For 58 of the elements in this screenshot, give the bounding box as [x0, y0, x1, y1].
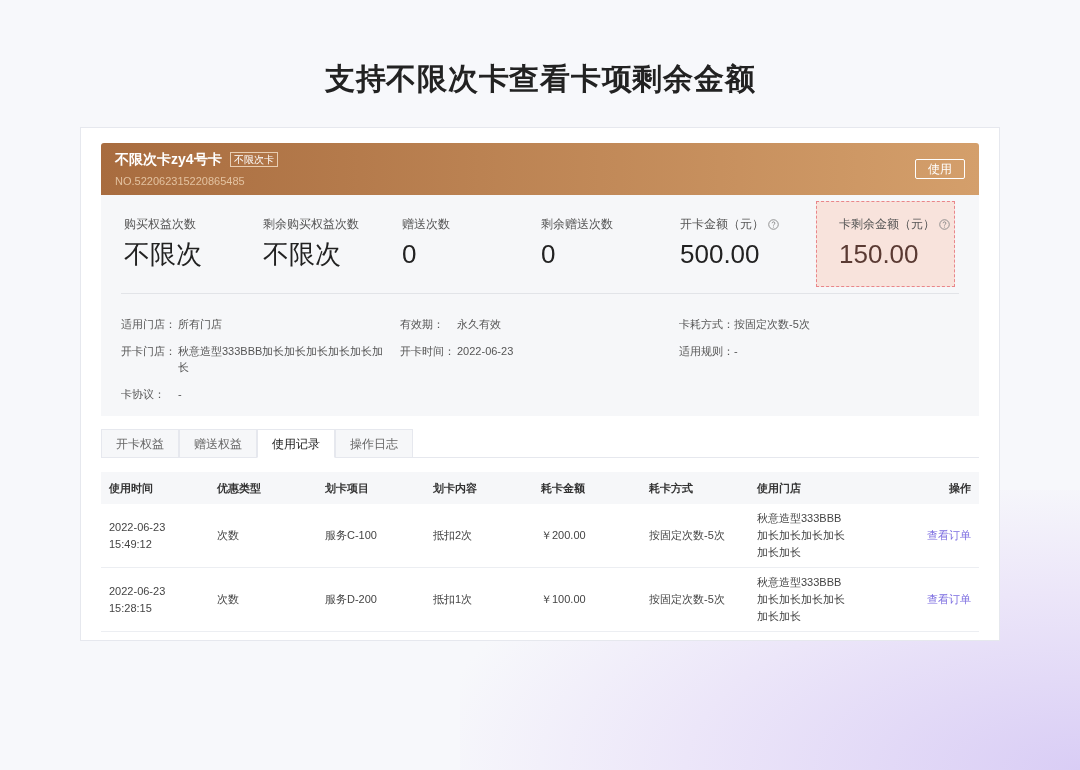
detail-value: 2022-06-23	[457, 343, 515, 359]
column-header: 操作	[948, 480, 971, 496]
table-cell-text: 次数	[217, 528, 240, 543]
stat-label: 剩余赠送次数	[541, 216, 613, 233]
stat-label: 卡剩余金额（元）	[839, 216, 935, 233]
table-cell-text: 服务D-200	[325, 592, 378, 607]
detail-label: 开卡门店：	[121, 343, 177, 359]
column-header: 使用门店	[757, 480, 802, 496]
table-cell-text: ￥200.00	[541, 528, 587, 543]
table-cell-text: 次数	[217, 592, 240, 607]
detail-label: 卡耗方式：	[679, 317, 734, 332]
column-header: 划卡项目	[325, 480, 370, 496]
table-cell-text: 抵扣2次	[433, 528, 474, 543]
table-cell-text: 2022-06-23 15:49:12	[109, 519, 167, 552]
stat-value: 不限次	[263, 239, 342, 269]
detail-label: 适用门店：	[121, 317, 177, 332]
detail-label: 开卡时间：	[400, 343, 456, 359]
column-header: 划卡内容	[433, 480, 478, 496]
column-header: 使用时间	[109, 480, 154, 496]
table-cell-text: 秋意造型333BBB加长加长加长加长加长加长	[757, 511, 846, 560]
column-header: 耗卡金额	[541, 480, 586, 496]
tab[interactable]: 开卡权益	[101, 429, 179, 458]
view-order-link[interactable]: 查看订单	[927, 591, 971, 608]
table-cell-text: 抵扣1次	[433, 592, 474, 607]
table-cell-text: ￥100.00	[541, 592, 587, 607]
detail-label: 有效期：	[400, 317, 445, 332]
column-header: 耗卡方式	[649, 480, 694, 496]
stat-value: 0	[541, 239, 557, 269]
table-cell-text: 秋意造型333BBB加长加长加长加长加长加长	[757, 575, 846, 624]
stat-label: 开卡金额（元）	[680, 216, 764, 233]
view-order-link[interactable]: 查看订单	[927, 527, 971, 544]
tab[interactable]: 赠送权益	[179, 429, 257, 458]
detail-value: -	[734, 343, 738, 359]
stat-label: 购买权益次数	[124, 216, 196, 233]
detail-value: 按固定次数-5次	[734, 317, 810, 332]
detail-value: 永久有效	[457, 317, 502, 332]
table-cell-text: 按固定次数-5次	[649, 592, 726, 607]
headline: 支持不限次卡查看卡项剩余金额	[324, 61, 756, 97]
card-tag: 不限次卡	[229, 151, 278, 167]
table-cell-text: 服务C-100	[325, 528, 378, 543]
stat-value: 150.00	[839, 239, 920, 269]
detail-value: 所有门店	[178, 317, 223, 332]
card-title: 不限次卡zy4号卡	[115, 149, 222, 169]
stat-value: 0	[402, 239, 418, 269]
stat-label: 剩余购买权益次数	[263, 216, 359, 233]
detail-value: -	[178, 386, 183, 402]
table-cell-text: 2022-06-23 15:28:15	[109, 583, 167, 616]
detail-label: 适用规则：	[679, 343, 734, 359]
card-number: NO.522062315220865485	[115, 173, 246, 189]
stat-value: 500.00	[680, 239, 761, 269]
stat-value: 不限次	[124, 239, 203, 269]
tab[interactable]: 操作日志	[335, 429, 413, 458]
table-cell-text: 按固定次数-5次	[649, 528, 726, 543]
tab[interactable]: 使用记录	[257, 429, 335, 458]
stat-label: 赠送次数	[402, 216, 450, 233]
detail-label: 卡协议：	[121, 386, 166, 402]
column-header: 优惠类型	[217, 480, 262, 496]
detail-value: 秋意造型333BBB加长加长加长加长加长加长	[178, 343, 385, 375]
